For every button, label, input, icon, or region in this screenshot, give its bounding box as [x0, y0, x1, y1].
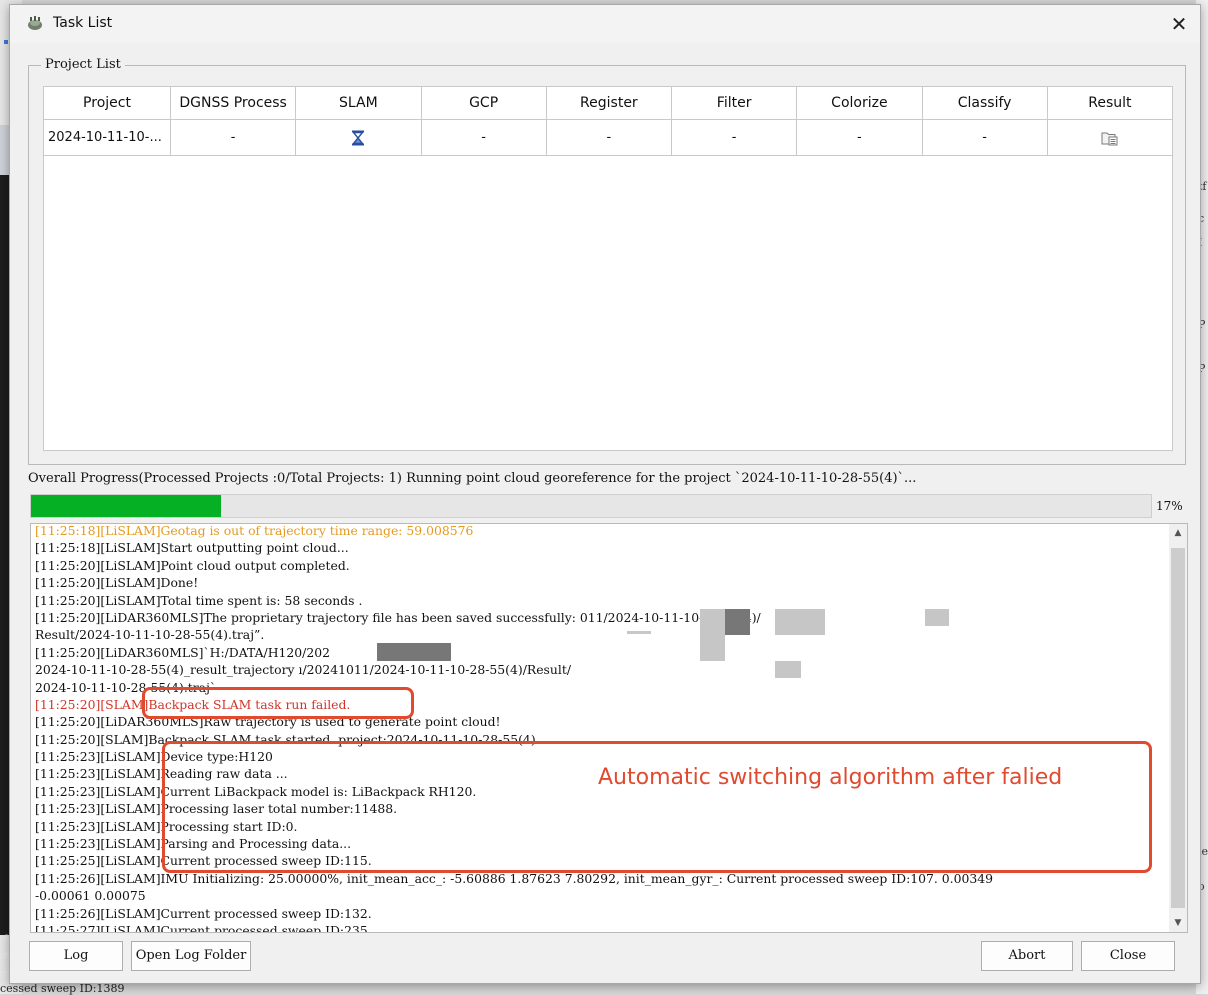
background-text: :e [0, 968, 10, 979]
redaction-block [775, 661, 801, 678]
failed-task-highlight [142, 687, 414, 719]
background-text: :e [0, 950, 10, 961]
column-header-register[interactable]: Register [545, 86, 673, 120]
scroll-thumb[interactable] [1171, 548, 1185, 908]
redaction-block [627, 631, 651, 634]
redaction-block [700, 609, 725, 661]
log-line: -0.00061 0.00075 [35, 888, 146, 904]
algorithm-switch-highlight [162, 741, 1152, 873]
redaction-block [725, 609, 750, 635]
classify-cell: - [921, 119, 1048, 156]
overall-progress-label: Overall Progress(Processed Projects :0/T… [28, 471, 917, 486]
scroll-up-icon[interactable]: ▲ [1169, 524, 1187, 542]
log-line: 2024-10-11-10-28-55(4)_result_trajectory… [35, 662, 572, 678]
log-scrollbar[interactable]: ▲ ▼ [1169, 524, 1187, 932]
close-button[interactable]: Close [1081, 941, 1175, 971]
app-icon [28, 16, 42, 30]
log-line: [11:25:18][LiSLAM]Geotag is out of traje… [35, 523, 474, 538]
colorize-cell: - [796, 119, 923, 156]
slam-cell [295, 119, 422, 156]
result-cell[interactable] [1046, 119, 1174, 156]
register-cell: - [545, 119, 673, 156]
column-header-slam[interactable]: SLAM [295, 86, 422, 120]
column-header-gcp[interactable]: GCP [420, 86, 547, 120]
window-title: Task List [53, 15, 113, 31]
task-list-dialog: Task List ✕ Project List Project DGNSS P… [9, 4, 1201, 984]
gcp-cell: - [420, 119, 547, 156]
hourglass-icon [352, 130, 365, 145]
log-line: [11:25:20][LiSLAM]Total time spent is: 5… [35, 592, 363, 608]
log-line: [11:25:26][LiSLAM]Current processed swee… [35, 905, 372, 921]
open-log-folder-button[interactable]: Open Log Folder [131, 941, 251, 971]
log-line: [11:25:20][LiSLAM]Done! [35, 575, 199, 591]
project-list-legend: Project List [41, 57, 125, 72]
log-line: [11:25:20][LiDAR360MLS]The proprietary t… [35, 609, 761, 625]
log-line: [11:25:27][LiSLAM]Current processed swee… [35, 922, 372, 932]
project-name-cell[interactable]: 2024-10-11-10-... [43, 119, 171, 156]
redaction-block [925, 609, 949, 626]
annotation-label: Automatic switching algorithm after fali… [598, 765, 1063, 790]
filter-cell: - [670, 119, 798, 156]
overall-progress-bar [30, 494, 1152, 518]
column-header-dgnss[interactable]: DGNSS Process [169, 86, 297, 120]
log-line: [11:25:20][LiDAR360MLS]`H:/DATA/H120/202 [35, 644, 330, 660]
background-marker [4, 40, 8, 44]
folder-icon[interactable] [1101, 130, 1119, 146]
log-line: Result/2024-10-11-10-28-55(4).traj”. [35, 627, 265, 643]
log-button[interactable]: Log [29, 941, 123, 971]
table-row[interactable]: 2024-10-11-10-... - - - - - - [43, 119, 1174, 156]
progress-fill [31, 495, 222, 517]
project-table: Project DGNSS Process SLAM GCP Register … [43, 86, 1174, 156]
column-header-project[interactable]: Project [43, 86, 171, 120]
progress-percent: 17% [1156, 499, 1183, 513]
redaction-block [377, 643, 451, 661]
redaction-block [775, 609, 825, 635]
background-text: :e [0, 932, 10, 943]
log-line: [11:25:20][LiSLAM]Point cloud output com… [35, 557, 350, 573]
abort-button[interactable]: Abort [981, 941, 1073, 971]
dgnss-cell: - [169, 119, 297, 156]
scroll-down-icon[interactable]: ▼ [1169, 914, 1187, 932]
project-list-group: Project List Project DGNSS Process SLAM … [28, 57, 1186, 465]
close-icon[interactable]: ✕ [1166, 11, 1192, 37]
column-header-filter[interactable]: Filter [670, 86, 798, 120]
title-bar[interactable]: Task List ✕ [10, 5, 1200, 43]
log-line: [11:25:18][LiSLAM]Start outputting point… [35, 540, 349, 556]
column-header-classify[interactable]: Classify [921, 86, 1048, 120]
column-header-result[interactable]: Result [1046, 86, 1174, 120]
column-header-colorize[interactable]: Colorize [796, 86, 923, 120]
